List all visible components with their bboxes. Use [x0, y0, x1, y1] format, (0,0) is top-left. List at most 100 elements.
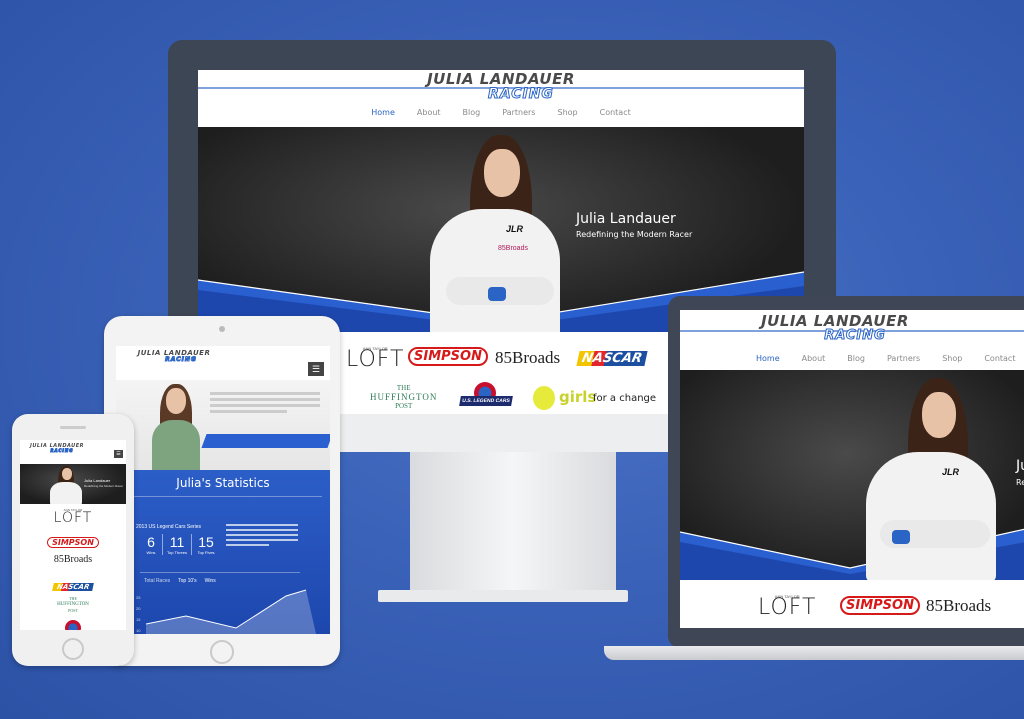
phone-huff-post: POST: [68, 608, 78, 613]
laptop-base: [604, 646, 1024, 660]
laptop-sponsor-85broads[interactable]: 85Broads: [926, 596, 991, 616]
sponsor-nascar[interactable]: NASCAR: [576, 349, 648, 367]
phone-loft-logo: LOFT: [53, 510, 93, 526]
sponsor-loft[interactable]: ANN TAYLOR LOFT: [346, 346, 405, 371]
stat-top-threes-value: 11: [169, 534, 185, 550]
phone-sponsor-huffington[interactable]: THE HUFFINGTON POST: [20, 596, 126, 614]
nav-contact[interactable]: Contact: [600, 108, 631, 117]
laptop-hero-subtitle: Rede: [1016, 478, 1024, 487]
tablet-about-section: [116, 380, 330, 480]
sponsor-huffington[interactable]: THE HUFFINGTON POST: [370, 384, 437, 411]
nav-partners[interactable]: Partners: [502, 108, 535, 117]
hero-title: Julia Landauer: [576, 211, 676, 227]
site-logo[interactable]: JULIA LANDAUER RACING: [198, 70, 804, 102]
axis-25: 25: [136, 595, 141, 600]
sponsor-85broads[interactable]: 85Broads: [495, 348, 560, 368]
nascar-logo: NASCAR: [576, 351, 648, 366]
tablet-stats-section: Julia's Statistics 2013 US Legend Cars S…: [116, 470, 330, 634]
phone: JULIA LANDAUER RACING ☰ Julia Landauer R…: [12, 414, 134, 666]
stats-chart: 25 20 15 10: [136, 588, 316, 634]
girls-tail: for a change: [593, 393, 657, 404]
phone-simpson-logo: SIMPSON: [47, 537, 99, 548]
phone-legend-cars-icon: [65, 620, 81, 630]
stats-description: [226, 524, 298, 546]
tablet: JULIA LANDAUER RACING ☰ Julia's Statisti…: [104, 316, 340, 666]
tablet-camera: [219, 326, 225, 332]
laptop-logo-line2: RACING: [824, 328, 886, 343]
laptop-sponsor-simpson[interactable]: SIMPSON: [840, 596, 920, 615]
home-button-icon[interactable]: [210, 640, 234, 664]
nav-home[interactable]: Home: [371, 108, 395, 117]
phone-sponsor-nascar[interactable]: NASCAR: [20, 576, 126, 594]
phone-hero: Julia Landauer Redefining the Modern Rac…: [20, 464, 126, 504]
stat-top-threes: 11 Top Threes: [163, 534, 192, 555]
stat-top-fives-label: Top Fives: [197, 550, 215, 555]
phone-speaker: [60, 426, 86, 429]
tab-total-races[interactable]: Total Races: [144, 578, 170, 584]
tablet-logo[interactable]: JULIA LANDAUER RACING: [124, 350, 224, 364]
laptop-nav-contact[interactable]: Contact: [984, 354, 1015, 363]
phone-sponsor-loft[interactable]: ANN TAYLOR LOFT: [20, 508, 126, 526]
axis-20: 20: [136, 606, 141, 611]
stat-wins-label: Wins: [146, 550, 156, 555]
monitor-stand: [410, 452, 616, 594]
laptop: JULIA LANDAUER RACING Home About Blog Pa…: [668, 296, 1024, 648]
axis-10: 10: [136, 628, 141, 633]
stat-wins: 6 Wins: [140, 534, 163, 555]
laptop-sponsor-loft[interactable]: ANN TAYLOR LOFT: [758, 594, 817, 620]
phone-sponsor-85broads[interactable]: 85Broads: [20, 554, 126, 565]
laptop-nav-home[interactable]: Home: [756, 354, 780, 363]
nav-shop[interactable]: Shop: [557, 108, 577, 117]
stats-series: 2013 US Legend Cars Series: [136, 524, 202, 530]
tablet-screen: JULIA LANDAUER RACING ☰ Julia's Statisti…: [116, 346, 330, 634]
phone-nascar-logo: NASCAR: [52, 583, 94, 591]
phone-menu-icon: ☰: [116, 451, 121, 457]
nav-about[interactable]: About: [417, 108, 441, 117]
phone-home-button-icon[interactable]: [62, 638, 84, 660]
laptop-loft-logo: LOFT: [758, 595, 817, 620]
main-nav: Home About Blog Partners Shop Contact: [198, 108, 804, 117]
stats-row: 6 Wins 11 Top Threes 15 Top Fives: [140, 534, 220, 555]
desktop-header: JULIA LANDAUER RACING Home About Blog Pa…: [198, 70, 804, 127]
monitor-stand-base: [378, 590, 628, 602]
phone-hero-title: Julia Landauer: [84, 478, 111, 483]
laptop-screen: JULIA LANDAUER RACING Home About Blog Pa…: [680, 310, 1024, 628]
sponsor-simpson[interactable]: SIMPSON: [408, 347, 488, 366]
laptop-nav-about[interactable]: About: [802, 354, 826, 363]
tablet-menu-button[interactable]: ☰: [308, 362, 324, 376]
huff-name: HUFFINGTON: [370, 392, 438, 402]
tab-top-10s[interactable]: Top 10's: [178, 578, 196, 584]
tab-wins[interactable]: Wins: [205, 578, 216, 584]
huff-post: POST: [395, 402, 413, 410]
girls-word: girls: [559, 388, 597, 406]
logo-line1: JULIA LANDAUER: [427, 70, 575, 88]
laptop-hero-title: Jul: [1016, 458, 1024, 474]
stats-chart-area: [146, 589, 316, 634]
logo-line2: RACING: [488, 86, 554, 102]
phone-sponsor-simpson[interactable]: SIMPSON: [20, 532, 126, 550]
laptop-sponsors: ANN TAYLOR LOFT SIMPSON 85Broads: [680, 580, 1024, 628]
laptop-nav-partners[interactable]: Partners: [887, 354, 920, 363]
stat-wins-value: 6: [147, 534, 155, 550]
tablet-logo-line2: RACING: [165, 356, 197, 363]
sponsor-legend-cars[interactable]: U.S. LEGEND CARS: [459, 382, 513, 416]
laptop-nav-shop[interactable]: Shop: [942, 354, 962, 363]
phone-menu-button[interactable]: ☰: [114, 450, 123, 458]
stats-title: Julia's Statistics: [176, 476, 270, 490]
phone-hero-subtitle: Redefining the Modern Racer: [84, 484, 124, 488]
laptop-logo[interactable]: JULIA LANDAUER RACING: [680, 314, 990, 343]
monitor-chin: [338, 414, 668, 452]
nav-blog[interactable]: Blog: [463, 108, 481, 117]
phone-logo[interactable]: JULIA LANDAUER RACING: [24, 444, 90, 454]
laptop-simpson-logo: SIMPSON: [840, 596, 920, 615]
laptop-nav: Home About Blog Partners Shop Contact: [756, 354, 1015, 363]
girls-logo-icon: [533, 386, 555, 410]
laptop-nav-blog[interactable]: Blog: [847, 354, 865, 363]
phone-screen: JULIA LANDAUER RACING ☰ Julia Landauer R…: [20, 440, 126, 630]
simpson-logo: SIMPSON: [408, 347, 488, 366]
phone-logo-line2: RACING: [50, 448, 74, 453]
hero-subtitle: Redefining the Modern Racer: [576, 230, 693, 239]
axis-15: 15: [136, 617, 141, 622]
stat-top-fives-value: 15: [198, 534, 214, 550]
stat-top-fives: 15 Top Fives: [192, 534, 220, 555]
